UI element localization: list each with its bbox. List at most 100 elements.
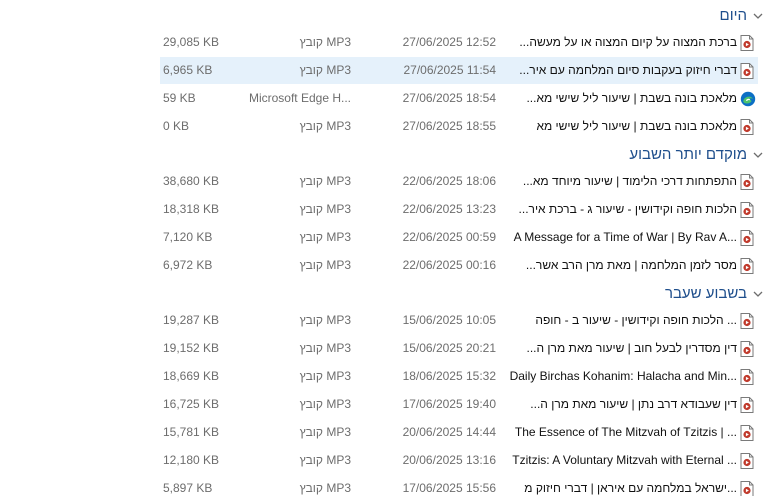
file-row[interactable]: 19,287 KB קובץ MP3 15/06/2025 10:05 ... הלכ… [160, 307, 758, 334]
chevron-down-icon[interactable] [752, 287, 764, 299]
file-row[interactable]: 18,318 KB קובץ MP3 22/06/2025 13:23 הלכות ח… [160, 196, 758, 223]
file-date-modified: 27/06/2025 11:54 [403, 63, 496, 77]
file-size: 16,725 KB [163, 397, 220, 411]
file-row[interactable]: 29,085 KB קובץ MP3 27/06/2025 12:52 ברכת המ… [160, 29, 758, 56]
file-name[interactable]: מלאכת בונה בשבת | שיעור ליל שישי מא [502, 113, 737, 140]
file-name[interactable]: הלכות חופה וקידושין - שיעור ג - ברכת איר… [502, 196, 737, 223]
file-size: 59 KB [163, 91, 196, 105]
file-type: קובץ MP3 [299, 425, 351, 439]
file-date-modified: 18/06/2025 15:32 [402, 369, 496, 383]
file-size: 29,085 KB [163, 35, 220, 49]
file-type: קובץ MP3 [299, 174, 351, 188]
file-date-modified: 17/06/2025 15:56 [402, 481, 496, 495]
file-name[interactable]: ברכת המצוה על קיום המצוה או על מעשה... [502, 29, 737, 56]
file-date-modified: 20/06/2025 14:44 [402, 425, 496, 439]
audio-file-icon [740, 453, 754, 469]
file-name[interactable]: דין שעבודא דרב נתן | שיעור מאת מרן ה... [502, 391, 737, 418]
file-row[interactable]: 5,897 KB קובץ MP3 17/06/2025 15:56 ...ישראל… [160, 475, 758, 496]
file-date-modified: 27/06/2025 18:54 [402, 91, 496, 105]
file-date-modified: 15/06/2025 20:21 [402, 341, 496, 355]
file-type: קובץ MP3 [299, 397, 351, 411]
audio-file-icon [740, 258, 754, 274]
file-name[interactable]: התפתחות דרכי הלימוד | שיעור מיוחד מא... [502, 168, 737, 195]
file-name[interactable]: Daily Birchas Kohanim: Halacha and Min..… [502, 363, 737, 390]
file-row[interactable]: 19,152 KB קובץ MP3 15/06/2025 20:21 דין מסד… [160, 335, 758, 362]
file-size: 19,287 KB [163, 313, 220, 327]
file-date-modified: 17/06/2025 19:40 [402, 397, 496, 411]
chevron-down-icon[interactable] [752, 148, 764, 160]
file-row[interactable]: 16,725 KB קובץ MP3 17/06/2025 19:40 דין שעב… [160, 391, 758, 418]
file-type: קובץ MP3 [299, 453, 351, 467]
file-size: 12,180 KB [163, 453, 220, 467]
file-row[interactable]: 15,781 KB קובץ MP3 20/06/2025 14:44 The Ess… [160, 419, 758, 446]
group-header[interactable]: בשבוע שעבר [665, 282, 766, 304]
file-date-modified: 22/06/2025 13:23 [402, 202, 496, 216]
file-type: קובץ MP3 [299, 481, 351, 495]
file-row[interactable]: 12,180 KB קובץ MP3 20/06/2025 13:16 Tzitzis… [160, 447, 758, 474]
file-date-modified: 15/06/2025 10:05 [402, 313, 496, 327]
file-name[interactable]: ...ישראל במלחמה עם איראן | דברי חיזוק מ [502, 475, 737, 496]
file-size: 19,152 KB [163, 341, 220, 355]
file-row[interactable]: 38,680 KB קובץ MP3 22/06/2025 18:06 התפתחות… [160, 168, 758, 195]
file-row[interactable]: 6,972 KB קובץ MP3 22/06/2025 00:16 מסר לזמן… [160, 252, 758, 279]
file-size: 6,972 KB [163, 258, 213, 272]
audio-file-icon [740, 63, 754, 79]
file-row[interactable]: 6,965 KB קובץ MP3 27/06/2025 11:54 דברי חיז… [160, 57, 758, 84]
file-name[interactable]: A Message for a Time of War | By Rav A..… [502, 224, 737, 251]
file-size: 0 KB [163, 119, 190, 133]
group-header[interactable]: היום [720, 4, 766, 26]
group-title: מוקדם יותר השבוע [629, 145, 747, 163]
audio-file-icon [740, 397, 754, 413]
file-type: קובץ MP3 [299, 230, 351, 244]
file-date-modified: 22/06/2025 00:16 [402, 258, 496, 272]
file-size: 15,781 KB [163, 425, 220, 439]
file-type: קובץ MP3 [299, 63, 351, 77]
file-size: 6,965 KB [163, 63, 213, 77]
file-type: קובץ MP3 [299, 119, 351, 133]
audio-file-icon [740, 230, 754, 246]
audio-file-icon [740, 481, 754, 496]
audio-file-icon [740, 202, 754, 218]
file-type: קובץ MP3 [299, 35, 351, 49]
file-size: 18,669 KB [163, 369, 220, 383]
edge-html-file-icon [740, 91, 756, 107]
file-size: 7,120 KB [163, 230, 213, 244]
file-type: קובץ MP3 [299, 202, 351, 216]
file-name[interactable]: The Essence of The Mitzvah of Tzitzis | … [502, 419, 737, 446]
file-size: 38,680 KB [163, 174, 220, 188]
file-date-modified: 27/06/2025 18:55 [402, 119, 496, 133]
file-name[interactable]: מסר לזמן המלחמה | מאת מרן הרב אשר... [502, 252, 737, 279]
file-date-modified: 27/06/2025 12:52 [402, 35, 496, 49]
file-date-modified: 22/06/2025 00:59 [402, 230, 496, 244]
file-name[interactable]: דברי חיזוק בעקבות סיום המלחמה עם איר... [502, 57, 737, 84]
file-type: Microsoft Edge H... [248, 91, 351, 105]
chevron-down-icon[interactable] [752, 9, 764, 21]
audio-file-icon [740, 341, 754, 357]
file-name[interactable]: Tzitzis: A Voluntary Mitzvah with Eterna… [502, 447, 737, 474]
file-date-modified: 22/06/2025 18:06 [402, 174, 496, 188]
file-row[interactable]: 18,669 KB קובץ MP3 18/06/2025 15:32 Daily B… [160, 363, 758, 390]
group-title: בשבוע שעבר [664, 284, 747, 302]
file-list: היום 29,085 KB קובץ MP3 27/06/2025 12:52 ברכ… [0, 0, 766, 496]
file-name[interactable]: דין מסדרין לבעל חוב | שיעור מאת מרן ה... [502, 335, 737, 362]
file-size: 18,318 KB [163, 202, 220, 216]
audio-file-icon [740, 174, 754, 190]
audio-file-icon [740, 425, 754, 441]
audio-file-icon [740, 313, 754, 329]
file-type: קובץ MP3 [299, 341, 351, 355]
audio-file-icon [740, 369, 754, 385]
file-date-modified: 20/06/2025 13:16 [402, 453, 496, 467]
group-title: היום [719, 6, 747, 24]
audio-file-icon [740, 35, 754, 51]
file-type: קובץ MP3 [299, 258, 351, 272]
file-type: קובץ MP3 [299, 369, 351, 383]
file-size: 5,897 KB [163, 481, 213, 495]
group-header[interactable]: מוקדם יותר השבוע [629, 143, 766, 165]
file-row[interactable]: 59 KB Microsoft Edge H... 27/06/2025 18:54… [160, 85, 758, 112]
audio-file-icon [740, 119, 754, 135]
file-name[interactable]: מלאכת בונה בשבת | שיעור ליל שישי מא... [502, 85, 737, 112]
file-type: קובץ MP3 [299, 313, 351, 327]
file-name[interactable]: ... הלכות חופה וקידושין - שיעור ב - חופה [502, 307, 737, 334]
file-row[interactable]: 7,120 KB קובץ MP3 22/06/2025 00:59 A Messag… [160, 224, 758, 251]
file-row[interactable]: 0 KB קובץ MP3 27/06/2025 18:55 מלאכת בונה ב… [160, 113, 758, 140]
